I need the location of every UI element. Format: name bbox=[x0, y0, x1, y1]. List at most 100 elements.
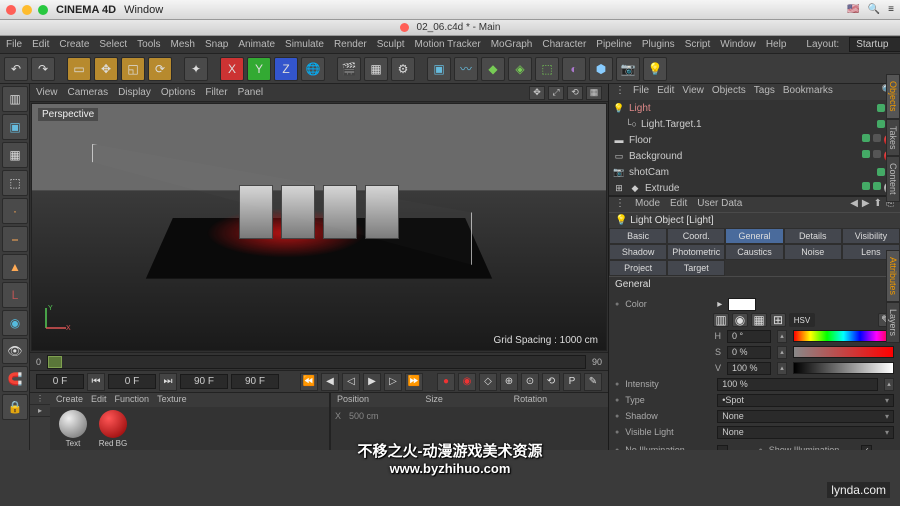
object-row-background[interactable]: ▭Background bbox=[609, 148, 900, 164]
select-tool[interactable]: ▭ bbox=[67, 57, 91, 81]
om-menu-edit[interactable]: Edit bbox=[657, 85, 674, 99]
axis-x-toggle[interactable]: X bbox=[220, 57, 244, 81]
vp-menu-view[interactable]: View bbox=[36, 87, 58, 98]
dock-tab-content[interactable]: Content bbox=[886, 156, 900, 202]
edge-mode-button[interactable]: ⎯ bbox=[2, 226, 28, 252]
undo-button[interactable]: ↶ bbox=[4, 57, 28, 81]
subdivision-button[interactable]: ◈ bbox=[508, 57, 532, 81]
menu-window[interactable]: Window bbox=[720, 39, 756, 50]
range-end-field[interactable]: 90 F bbox=[180, 374, 228, 389]
current-frame-field[interactable]: 0 F bbox=[108, 374, 156, 389]
array-button[interactable]: ⬚ bbox=[535, 57, 559, 81]
key-rot-button[interactable]: ⟲ bbox=[542, 373, 560, 391]
axis-y-toggle[interactable]: Y bbox=[247, 57, 271, 81]
menu-sculpt[interactable]: Sculpt bbox=[377, 39, 405, 50]
snap-toggle-button[interactable]: 🧲 bbox=[2, 366, 28, 392]
render-view-button[interactable]: 🎬 bbox=[337, 57, 361, 81]
vp-menu-options[interactable]: Options bbox=[161, 87, 195, 98]
step-back-button[interactable]: ◀ bbox=[321, 373, 339, 391]
viewport-perspective[interactable]: Perspective Y X Grid Spacing : 1000 cm bbox=[31, 103, 607, 351]
attr-up-icon[interactable]: ⬆ bbox=[874, 198, 882, 211]
spinner-icon[interactable]: ▴ bbox=[884, 378, 894, 391]
val-field[interactable]: 100 % bbox=[727, 362, 771, 375]
timeline-track[interactable] bbox=[47, 355, 586, 369]
tab-noise[interactable]: Noise bbox=[784, 244, 842, 260]
menu-motiontracker[interactable]: Motion Tracker bbox=[415, 39, 481, 50]
menu-tools[interactable]: Tools bbox=[137, 39, 160, 50]
make-editable-button[interactable]: ▥ bbox=[2, 86, 28, 112]
vp-layout-icon[interactable]: ▦ bbox=[586, 86, 602, 100]
axis-mode-button[interactable]: L bbox=[2, 282, 28, 308]
menu-extra-icon[interactable]: ≡ bbox=[888, 4, 894, 15]
hsv-button[interactable]: HSV bbox=[789, 313, 815, 327]
object-row-shotcam[interactable]: 📷shotCam bbox=[609, 164, 900, 180]
intensity-field[interactable]: 100 % bbox=[717, 378, 878, 391]
doc-close-icon[interactable] bbox=[400, 23, 409, 32]
tab-general[interactable]: General bbox=[725, 228, 783, 244]
tab-target[interactable]: Target bbox=[667, 260, 725, 276]
environment-button[interactable]: ⬢ bbox=[589, 57, 613, 81]
spline-button[interactable]: 〰 bbox=[454, 57, 478, 81]
render-region-button[interactable]: ▦ bbox=[364, 57, 388, 81]
object-row-floor[interactable]: ▬Floor bbox=[609, 132, 900, 148]
tab-caustics[interactable]: Caustics bbox=[725, 244, 783, 260]
mat-menu-create[interactable]: Create bbox=[56, 394, 83, 406]
mac-menu-window[interactable]: Window bbox=[124, 4, 163, 16]
range-start-field[interactable]: 0 F bbox=[36, 374, 84, 389]
val-slider[interactable] bbox=[793, 362, 894, 374]
menu-help[interactable]: Help bbox=[766, 39, 787, 50]
camera-button[interactable]: 📷 bbox=[616, 57, 640, 81]
play-button[interactable]: ▶ bbox=[363, 373, 381, 391]
point-mode-button[interactable]: · bbox=[2, 198, 28, 224]
render-settings-button[interactable]: ⚙ bbox=[391, 57, 415, 81]
forward-button[interactable]: ⏩ bbox=[405, 373, 423, 391]
viewport-solo-button[interactable]: 👁 bbox=[2, 338, 28, 364]
autokey-button[interactable]: ◉ bbox=[458, 373, 476, 391]
dock-tabs-left[interactable]: ⋮▸ bbox=[30, 393, 50, 450]
menu-script[interactable]: Script bbox=[685, 39, 711, 50]
timeline-ruler[interactable]: 0 90 bbox=[30, 352, 608, 370]
vp-menu-filter[interactable]: Filter bbox=[205, 87, 227, 98]
menu-mesh[interactable]: Mesh bbox=[171, 39, 195, 50]
key-param-button[interactable]: P bbox=[563, 373, 581, 391]
go-end-button[interactable]: ⏭ bbox=[159, 373, 177, 391]
object-tree[interactable]: 💡Light └○Light.Target.1 ▬Floor ▭Backgrou… bbox=[609, 100, 900, 196]
sat-field[interactable]: 0 % bbox=[727, 346, 771, 359]
shadow-dropdown[interactable]: None bbox=[717, 410, 894, 423]
scale-tool[interactable]: ◱ bbox=[121, 57, 145, 81]
primitive-cube-button[interactable]: ▣ bbox=[427, 57, 451, 81]
visible-light-dropdown[interactable]: None bbox=[717, 426, 894, 439]
axis-z-toggle[interactable]: Z bbox=[274, 57, 298, 81]
keyframe-sel-button[interactable]: ◇ bbox=[479, 373, 497, 391]
move-tool[interactable]: ✥ bbox=[94, 57, 118, 81]
vp-menu-cameras[interactable]: Cameras bbox=[68, 87, 109, 98]
om-menu-file[interactable]: File bbox=[633, 85, 649, 99]
playhead[interactable] bbox=[48, 356, 62, 368]
om-menu-tags[interactable]: Tags bbox=[754, 85, 775, 99]
vp-menu-panel[interactable]: Panel bbox=[238, 87, 264, 98]
spinner-icon[interactable]: ▴ bbox=[777, 362, 787, 375]
color-swatch[interactable] bbox=[728, 298, 756, 311]
menu-snap[interactable]: Snap bbox=[205, 39, 228, 50]
close-window-icon[interactable] bbox=[6, 5, 16, 15]
polygon-mode-button[interactable]: ▲ bbox=[2, 254, 28, 280]
go-start-button[interactable]: ⏮ bbox=[87, 373, 105, 391]
key-scale-button[interactable]: ⊙ bbox=[521, 373, 539, 391]
tab-details[interactable]: Details bbox=[784, 228, 842, 244]
sat-slider[interactable] bbox=[793, 346, 894, 358]
minimize-window-icon[interactable] bbox=[22, 5, 32, 15]
object-row-extrude[interactable]: ⊞◆Extrude bbox=[609, 180, 900, 196]
key-pos-button[interactable]: ⊕ bbox=[500, 373, 518, 391]
deformer-button[interactable]: ◐ bbox=[562, 57, 586, 81]
dock-tab-objects[interactable]: Objects bbox=[886, 74, 900, 119]
spotlight-icon[interactable]: 🔍 bbox=[868, 4, 880, 15]
menu-select[interactable]: Select bbox=[99, 39, 127, 50]
menu-create[interactable]: Create bbox=[59, 39, 89, 50]
last-tool[interactable]: ✦ bbox=[184, 57, 208, 81]
layout-dropdown[interactable]: Startup bbox=[849, 37, 900, 52]
menu-plugins[interactable]: Plugins bbox=[642, 39, 675, 50]
tweak-mode-button[interactable]: ◉ bbox=[2, 310, 28, 336]
tab-visibility[interactable]: Visibility bbox=[842, 228, 900, 244]
window-controls[interactable] bbox=[6, 5, 48, 15]
om-menu-objects[interactable]: Objects bbox=[712, 85, 746, 99]
